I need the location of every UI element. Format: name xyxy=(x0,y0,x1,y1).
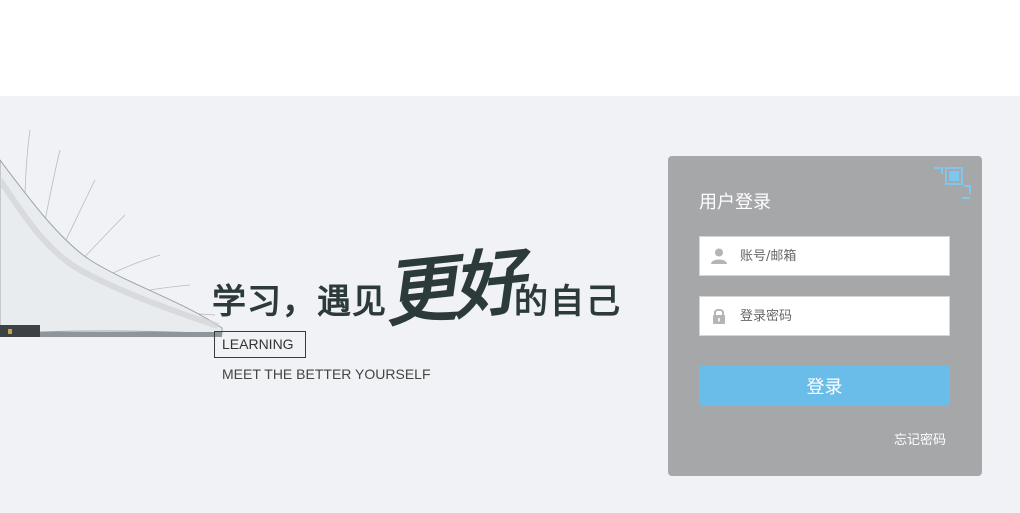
password-input[interactable] xyxy=(738,297,943,335)
login-button[interactable]: 登录 xyxy=(699,366,950,406)
password-field-container xyxy=(699,296,950,336)
slogan-text-highlight: 更好 xyxy=(380,237,525,337)
top-header xyxy=(0,0,1020,96)
hero-tagline: MEET THE BETTER YOURSELF xyxy=(222,366,431,382)
forgot-password-link[interactable]: 忘记密码 xyxy=(894,429,946,448)
login-title: 用户登录 xyxy=(699,192,771,213)
login-panel: 用户登录 登录 忘记密码 xyxy=(668,156,982,476)
username-input[interactable] xyxy=(738,237,943,275)
slogan-text-part1: 学习，遇见 xyxy=(212,282,387,322)
learning-badge: LEARNING xyxy=(214,331,306,358)
open-book-illustration xyxy=(0,129,223,337)
lock-icon xyxy=(713,308,725,324)
user-icon xyxy=(711,248,727,264)
slogan-text-part3: 的自己 xyxy=(514,282,622,322)
username-field-container xyxy=(699,236,950,276)
qrcode-icon[interactable] xyxy=(932,164,974,206)
